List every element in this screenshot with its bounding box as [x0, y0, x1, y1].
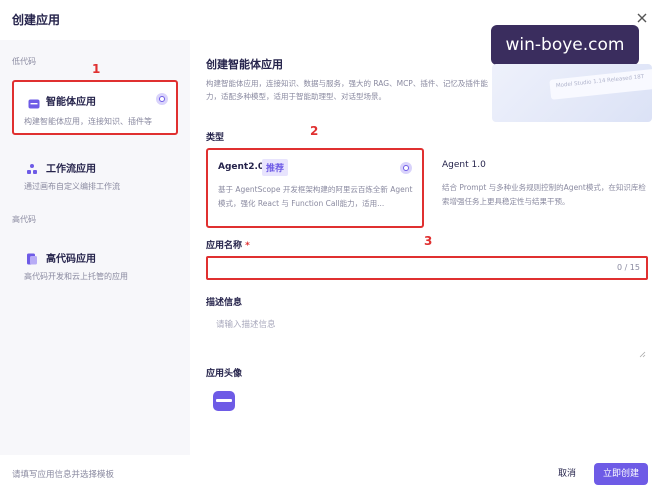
- sidebar-item-label: 工作流应用: [46, 164, 96, 175]
- selected-radio-icon: [156, 93, 168, 105]
- desc-placeholder: 请输入描述信息: [216, 320, 276, 330]
- sidebar-item-desc: 通过画布自定义编排工作流: [24, 182, 120, 191]
- recommended-badge: 推荐: [262, 159, 289, 176]
- resize-handle-icon[interactable]: [639, 343, 646, 358]
- type-card-agent2[interactable]: Agent2.0 推荐 基于 AgentScope 开发框架构建的阿里云百炼全新…: [206, 148, 424, 228]
- sidebar-item-label: 高代码应用: [46, 254, 96, 265]
- annotation-number: 1: [92, 62, 101, 76]
- sidebar-item-agent-app[interactable]: 智能体应用 构建智能体应用，连接知识、插件等: [12, 80, 178, 135]
- type-card-name: Agent2.0: [218, 162, 265, 172]
- avatar-field-label: 应用头像: [206, 369, 243, 379]
- page-title: 创建智能体应用: [206, 58, 283, 71]
- app-name-input[interactable]: 0 / 15: [206, 256, 648, 280]
- agent-app-icon: [28, 95, 40, 109]
- required-mark: *: [245, 241, 250, 251]
- name-field-label-text: 应用名称: [206, 241, 243, 251]
- type-card-name: Agent 1.0: [442, 160, 486, 170]
- type-card-desc: 基于 AgentScope 开发框架构建的阿里云百炼全新 Agent 模式，强化…: [218, 185, 413, 208]
- workflow-app-icon: [26, 160, 38, 174]
- type-card-desc: 结合 Prompt 与多种业务规则控制的Agent模式，在知识库检索增强任务上更…: [442, 183, 646, 206]
- footer-hint: 请填写应用信息并选择模板: [12, 470, 115, 480]
- desc-field-label: 描述信息: [206, 298, 243, 308]
- close-icon[interactable]: [634, 10, 650, 26]
- sidebar-group-label-highcode: 高代码: [12, 215, 36, 224]
- cancel-button[interactable]: 取消: [550, 463, 584, 485]
- annotation-number: 2: [310, 124, 319, 138]
- sidebar-group-label-lowcode: 低代码: [12, 57, 36, 66]
- type-card-agent1[interactable]: Agent 1.0 结合 Prompt 与多种业务规则控制的Agent模式，在知…: [432, 148, 650, 228]
- sidebar-item-desc: 构建智能体应用，连接知识、插件等: [24, 117, 152, 126]
- code-app-icon: [26, 250, 38, 265]
- create-button[interactable]: 立即创建: [594, 463, 648, 485]
- watermark: win-boye.com: [491, 25, 639, 65]
- sidebar-item-workflow-app[interactable]: 工作流应用 通过画布自定义编排工作流: [12, 146, 178, 196]
- dialog-title: 创建应用: [12, 13, 61, 27]
- char-counter: 0 / 15: [616, 263, 640, 272]
- type-section-label: 类型: [206, 133, 225, 143]
- selected-radio-icon: [400, 162, 412, 174]
- name-field-label: 应用名称 *: [206, 238, 250, 251]
- promo-banner: Model Studio 1.14 Released 18T: [492, 64, 652, 122]
- app-avatar-icon[interactable]: [212, 390, 236, 412]
- sidebar-item-code-app[interactable]: 高代码应用 高代码开发和云上托管的应用: [12, 236, 178, 286]
- annotation-number: 3: [424, 234, 433, 248]
- desc-textarea[interactable]: 请输入描述信息: [206, 310, 648, 358]
- page-description: 构建智能体应用，连接知识、数据与服务，强大的 RAG、MCP、插件、记忆及插件能…: [206, 79, 488, 101]
- promo-card-text: Model Studio 1.14 Released 18T: [549, 68, 652, 100]
- sidebar-item-label: 智能体应用: [46, 97, 96, 108]
- sidebar-item-desc: 高代码开发和云上托管的应用: [24, 272, 128, 281]
